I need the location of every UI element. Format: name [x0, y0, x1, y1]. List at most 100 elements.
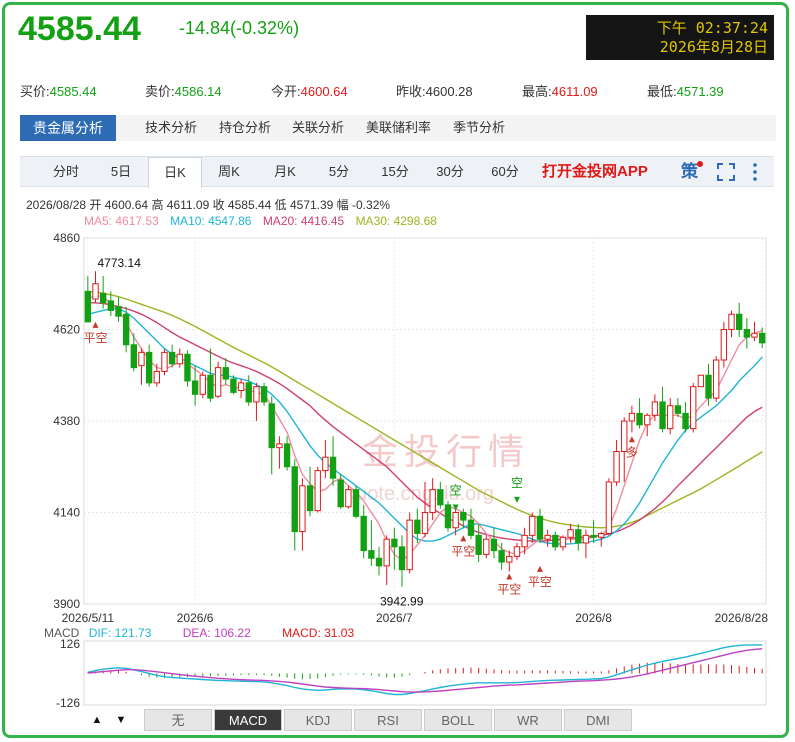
candle-up [644, 414, 651, 426]
scroll-down-button[interactable]: ▼ [110, 709, 132, 731]
indicator-kdj[interactable]: KDJ [284, 709, 352, 731]
candle-up [651, 401, 659, 416]
candle-down [291, 466, 298, 533]
indicator-macd[interactable]: MACD [214, 709, 282, 731]
signal-arrow [506, 573, 513, 580]
signal-arrow [628, 436, 635, 443]
candle-up [153, 370, 160, 384]
candle-down [590, 534, 597, 538]
candle-up [598, 532, 605, 538]
candle-down [306, 485, 314, 512]
candle-up [322, 456, 329, 472]
indicator-rsi[interactable]: RSI [354, 709, 422, 731]
candle-up [751, 332, 758, 338]
indicator-wr[interactable]: WR [494, 709, 562, 731]
candle-down [122, 313, 130, 346]
low-annotation: 3942.99 [380, 595, 424, 609]
candle-up [567, 529, 574, 538]
price-tick-label: 4380 [53, 414, 80, 428]
candle-down [743, 329, 751, 338]
candle-down [636, 412, 643, 426]
candle-down [659, 401, 666, 430]
time-tick-label: 2026/6 [177, 611, 214, 625]
signal-label: 平空 [451, 544, 475, 558]
candle-up [214, 367, 222, 397]
signal-label: 多 [626, 445, 638, 459]
candle-up [628, 412, 636, 422]
candle-down [375, 557, 383, 567]
candle-down [368, 550, 375, 559]
candle-up [161, 351, 168, 372]
candle-down [268, 403, 275, 449]
candle-down [467, 519, 475, 536]
signal-arrow [536, 565, 543, 572]
candle-up [582, 534, 590, 544]
candle-up [199, 374, 206, 395]
candle-down [207, 374, 214, 399]
candle-down [337, 479, 344, 508]
candle-down [575, 529, 582, 544]
dea-legend: DEA: 106.22 [182, 626, 251, 640]
candle-up [345, 489, 352, 508]
price-tick-label: 4140 [53, 506, 80, 520]
candle-up [253, 386, 260, 403]
candle-up [728, 313, 735, 330]
candle-down [414, 519, 421, 534]
candle-up [406, 519, 413, 571]
signal-arrow [513, 496, 520, 503]
candle-down [99, 292, 107, 304]
signal-label: 平空 [497, 583, 521, 597]
candle-up [483, 538, 490, 555]
price-tick-label: 4620 [53, 323, 80, 337]
candle-up [176, 353, 183, 365]
candle-down [168, 351, 176, 365]
indicator-none[interactable]: 无 [144, 709, 212, 731]
scroll-up-button[interactable]: ▲ [86, 709, 108, 731]
indicator-dmi[interactable]: DMI [564, 709, 632, 731]
candle-up [559, 536, 567, 548]
candle-up [429, 489, 436, 513]
candle-down [437, 489, 444, 506]
macd-legend-label: MACD [44, 626, 80, 640]
candle-down [444, 504, 452, 529]
candle-down [674, 405, 682, 414]
time-tick-label: 2026/8/28 [715, 611, 769, 625]
macd-legend: MACD DIF: 121.73 DEA: 106.22 MACD: 31.03 [44, 626, 354, 640]
candle-up [713, 359, 720, 399]
candle-down [222, 367, 229, 380]
candle-up [605, 481, 613, 534]
candle-down [536, 515, 544, 540]
candle-down [352, 489, 360, 517]
candle-up [513, 546, 521, 557]
candle-down [107, 300, 115, 311]
candle-down [475, 534, 482, 555]
candle-down [260, 386, 268, 403]
candle-down [184, 353, 191, 382]
candle-down [398, 546, 406, 571]
price-tick-label: 4860 [53, 231, 80, 245]
candle-down [329, 456, 337, 479]
time-tick-label: 2026/8 [575, 611, 612, 625]
candle-up [506, 555, 513, 563]
candle-up [299, 485, 306, 533]
candle-up [421, 512, 429, 534]
candle-up [92, 283, 99, 300]
candle-down [705, 374, 712, 399]
candle-down [283, 443, 291, 468]
signal-arrow [460, 535, 467, 542]
signal-label: 空 [450, 484, 462, 498]
signal-label: 平空 [528, 575, 552, 589]
dea-line [87, 648, 763, 693]
candle-up [521, 534, 528, 548]
candle-down [360, 515, 367, 552]
price-tick-label: 3900 [53, 597, 80, 611]
candle-up [720, 329, 728, 361]
candle-down [758, 332, 766, 344]
candle-up [237, 382, 245, 391]
candle-up [276, 443, 283, 449]
candle-down [191, 380, 199, 395]
time-tick-label: 2026/5/11 [62, 611, 115, 625]
candle-up [697, 374, 705, 388]
indicator-boll[interactable]: BOLL [424, 709, 492, 731]
macd-tick-label: -126 [56, 696, 80, 710]
